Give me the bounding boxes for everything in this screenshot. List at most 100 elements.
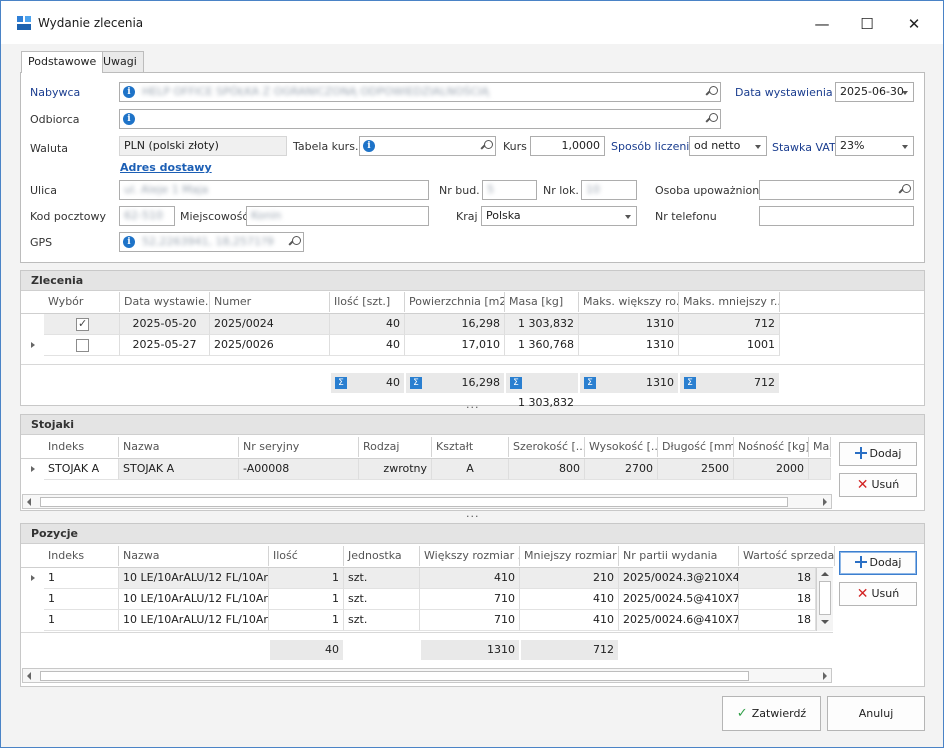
- maximize-button[interactable]: ☐: [852, 11, 882, 37]
- scroll-up-icon[interactable]: [821, 572, 829, 576]
- cancel-button[interactable]: Anuluj: [827, 696, 925, 731]
- column-header[interactable]: Długość [mm]: [658, 437, 734, 457]
- table-row[interactable]: 1 10 LE/10ArALU/12 FL/10Ar... 1 szt. 410…: [21, 568, 816, 589]
- scroll-left-icon[interactable]: [27, 498, 31, 506]
- mniejszy-cell: 210: [520, 568, 619, 589]
- search-icon[interactable]: [706, 113, 718, 125]
- search-icon[interactable]: [899, 184, 911, 196]
- table-row[interactable]: 1 10 LE/10ArALU/12 FL/10Ar... 1 szt. 710…: [21, 610, 816, 631]
- scroll-thumb[interactable]: [40, 497, 788, 507]
- info-icon[interactable]: i: [123, 236, 135, 248]
- scroll-right-icon[interactable]: [823, 672, 827, 680]
- column-header[interactable]: Numer: [210, 292, 330, 312]
- pozycje-add-button[interactable]: Dodaj: [839, 551, 917, 575]
- scroll-thumb[interactable]: [819, 581, 831, 615]
- mniejszy-cell: 712: [679, 314, 780, 335]
- scroll-left-icon[interactable]: [27, 672, 31, 680]
- nabywca-field[interactable]: HELP OFFICE SPÓŁKA Z OGRANICZONĄ ODPOWIE…: [119, 82, 721, 102]
- search-icon[interactable]: [481, 140, 493, 152]
- row-checkbox[interactable]: [76, 339, 89, 352]
- column-header[interactable]: Nr seryjny: [239, 437, 359, 457]
- nr-bud-value: 5: [487, 183, 494, 196]
- search-icon[interactable]: [706, 86, 718, 98]
- chevron-down-icon[interactable]: [625, 215, 631, 219]
- column-header[interactable]: Nazwa: [119, 546, 269, 566]
- info-icon[interactable]: i: [123, 113, 135, 125]
- adres-dostawy-link[interactable]: Adres dostawy: [120, 161, 212, 174]
- miejscowosc-label: Miejscowość: [180, 210, 249, 223]
- info-icon[interactable]: i: [123, 86, 135, 98]
- splitter-handle[interactable]: ...: [466, 398, 480, 411]
- stojaki-remove-button[interactable]: ✕ Usuń: [839, 473, 917, 497]
- column-header[interactable]: Rodzaj: [359, 437, 432, 457]
- column-header[interactable]: Szerokość [...: [509, 437, 585, 457]
- powierzchnia-cell: 17,010: [405, 335, 505, 356]
- osoba-upowazniona-field[interactable]: [759, 180, 914, 200]
- minimize-button[interactable]: —: [807, 11, 837, 37]
- column-header[interactable]: Ilość: [269, 546, 344, 566]
- table-row[interactable]: ✓ 2025-05-20 2025/0024 40 16,298 1 303,8…: [21, 314, 780, 335]
- stojaki-add-button[interactable]: Dodaj: [839, 442, 917, 466]
- miejscowosc-field[interactable]: Konin: [246, 206, 429, 226]
- column-header[interactable]: Nośność [kg]: [734, 437, 809, 457]
- row-checkbox[interactable]: ✓: [76, 317, 89, 331]
- column-header[interactable]: Większy rozmiar ...: [420, 546, 520, 566]
- sposob-liczenia-value: od netto: [694, 139, 741, 152]
- nr-telefonu-field[interactable]: [759, 206, 914, 226]
- column-header[interactable]: Data wystawie...: [120, 292, 210, 312]
- scroll-down-icon[interactable]: [821, 620, 829, 624]
- horizontal-scrollbar[interactable]: [22, 494, 832, 509]
- column-header[interactable]: Wartość sprzeda...: [739, 546, 835, 566]
- kurs-field[interactable]: 1,0000: [530, 136, 605, 156]
- tab-podstawowe[interactable]: Podstawowe: [21, 51, 104, 73]
- confirm-button[interactable]: ✓ Zatwierdź: [722, 696, 821, 731]
- info-icon[interactable]: i: [363, 140, 375, 152]
- title-bar[interactable]: Wydanie zlecenia — ☐ ✕: [1, 1, 943, 45]
- app-icon: [17, 16, 31, 30]
- vertical-scrollbar[interactable]: [816, 568, 833, 631]
- ulica-field[interactable]: ul. Aleje 1 Maja: [119, 180, 429, 200]
- stojaki-add-label: Dodaj: [869, 447, 902, 460]
- splitter-handle[interactable]: ...: [466, 507, 480, 520]
- sum-mniejszy: 712: [521, 640, 618, 660]
- column-header[interactable]: Jednostka: [344, 546, 420, 566]
- column-header[interactable]: Ilość [szt.]: [330, 292, 405, 312]
- column-header[interactable]: Maks. mniejszy r...: [679, 292, 780, 312]
- table-row[interactable]: STOJAK A STOJAK A -A00008 zwrotny A 800 …: [21, 459, 831, 480]
- tabela-kurs-field[interactable]: [359, 136, 496, 156]
- scroll-right-icon[interactable]: [823, 498, 827, 506]
- horizontal-scrollbar[interactable]: [22, 668, 832, 683]
- column-header[interactable]: Maks. większy ro...: [579, 292, 679, 312]
- table-row[interactable]: 1 10 LE/10ArALU/12 FL/10Ar... 1 szt. 710…: [21, 589, 816, 610]
- odbiorca-field[interactable]: [119, 109, 721, 129]
- indeks-cell: 1: [44, 589, 119, 610]
- nr-lok-field[interactable]: 10: [581, 180, 637, 200]
- close-button[interactable]: ✕: [899, 11, 929, 37]
- column-header[interactable]: Kształt: [432, 437, 509, 457]
- gps-field[interactable]: 52,2263941, 18,2571?9: [119, 232, 304, 252]
- search-icon[interactable]: [289, 236, 301, 248]
- column-header[interactable]: Nr partii wydania: [619, 546, 739, 566]
- column-header[interactable]: Indeks: [44, 546, 119, 566]
- column-header[interactable]: Indeks: [44, 437, 119, 457]
- chevron-down-icon[interactable]: [902, 145, 908, 149]
- pozycje-remove-button[interactable]: ✕ Usuń: [839, 582, 917, 606]
- row-indicator-icon: [31, 575, 35, 581]
- column-header[interactable]: Mniejszy rozmiar ...: [520, 546, 619, 566]
- column-header[interactable]: Nazwa: [119, 437, 239, 457]
- table-row[interactable]: 2025-05-27 2025/0026 40 17,010 1 360,768…: [21, 335, 780, 356]
- kraj-select[interactable]: Polska: [481, 206, 637, 226]
- column-header[interactable]: Masa [kg]: [505, 292, 579, 312]
- chevron-down-icon[interactable]: [755, 145, 761, 149]
- nr-bud-field[interactable]: 5: [482, 180, 537, 200]
- column-header[interactable]: Wysokość [...: [585, 437, 658, 457]
- column-header[interactable]: Mas: [809, 437, 831, 457]
- sum-mniejszy: Σ 712: [680, 373, 779, 393]
- pozycje-add-label: Dodaj: [869, 556, 902, 569]
- column-header[interactable]: Powierzchnia [m2]: [405, 292, 505, 312]
- mniejszy-cell: 1001: [679, 335, 780, 356]
- column-header[interactable]: Wybór: [44, 292, 120, 312]
- chevron-down-icon[interactable]: [902, 91, 908, 95]
- scroll-thumb[interactable]: [40, 671, 749, 681]
- kod-pocztowy-field[interactable]: 62-510: [119, 206, 175, 226]
